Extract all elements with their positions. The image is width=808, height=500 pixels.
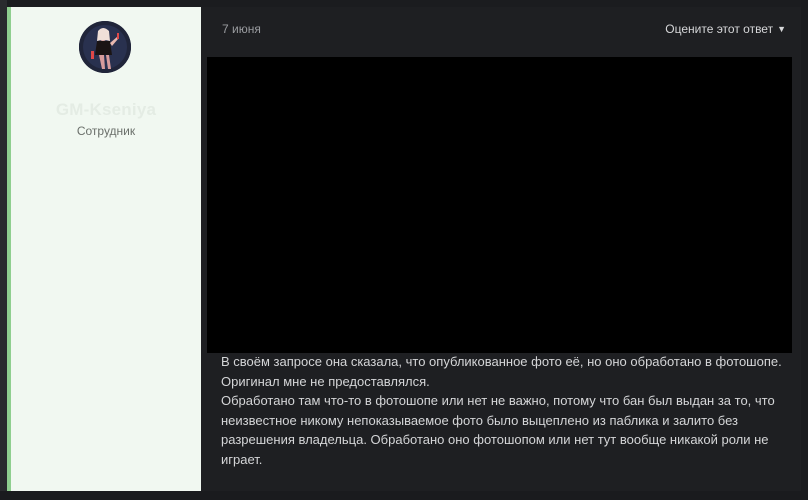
rate-answer-button[interactable]: Оцените этот ответ ▼ xyxy=(665,22,786,36)
post-paragraph: В своём запросе она сказала, что опублик… xyxy=(221,354,782,389)
author-role: Сотрудник xyxy=(76,124,136,138)
post-body: В своём запросе она сказала, что опублик… xyxy=(221,352,791,469)
avatar-image xyxy=(79,21,131,73)
post-paragraph: Обработано там что-то в фотошопе или нет… xyxy=(221,393,775,467)
author-panel: GM-Kseniya Сотрудник xyxy=(7,7,201,491)
left-border xyxy=(0,0,7,500)
avatar[interactable] xyxy=(79,21,131,73)
post-date[interactable]: 7 июня xyxy=(222,22,261,36)
post-media[interactable] xyxy=(207,57,792,353)
post-frame: GM-Kseniya Сотрудник 7 июня Оцените этот… xyxy=(0,0,808,500)
caret-down-icon: ▼ xyxy=(777,24,786,34)
rate-answer-label: Оцените этот ответ xyxy=(665,22,774,36)
bottom-border xyxy=(0,491,808,500)
right-border xyxy=(801,0,808,500)
post-main: 7 июня Оцените этот ответ ▼ В своём запро… xyxy=(201,7,801,491)
author-name[interactable]: GM-Kseniya xyxy=(11,100,201,120)
